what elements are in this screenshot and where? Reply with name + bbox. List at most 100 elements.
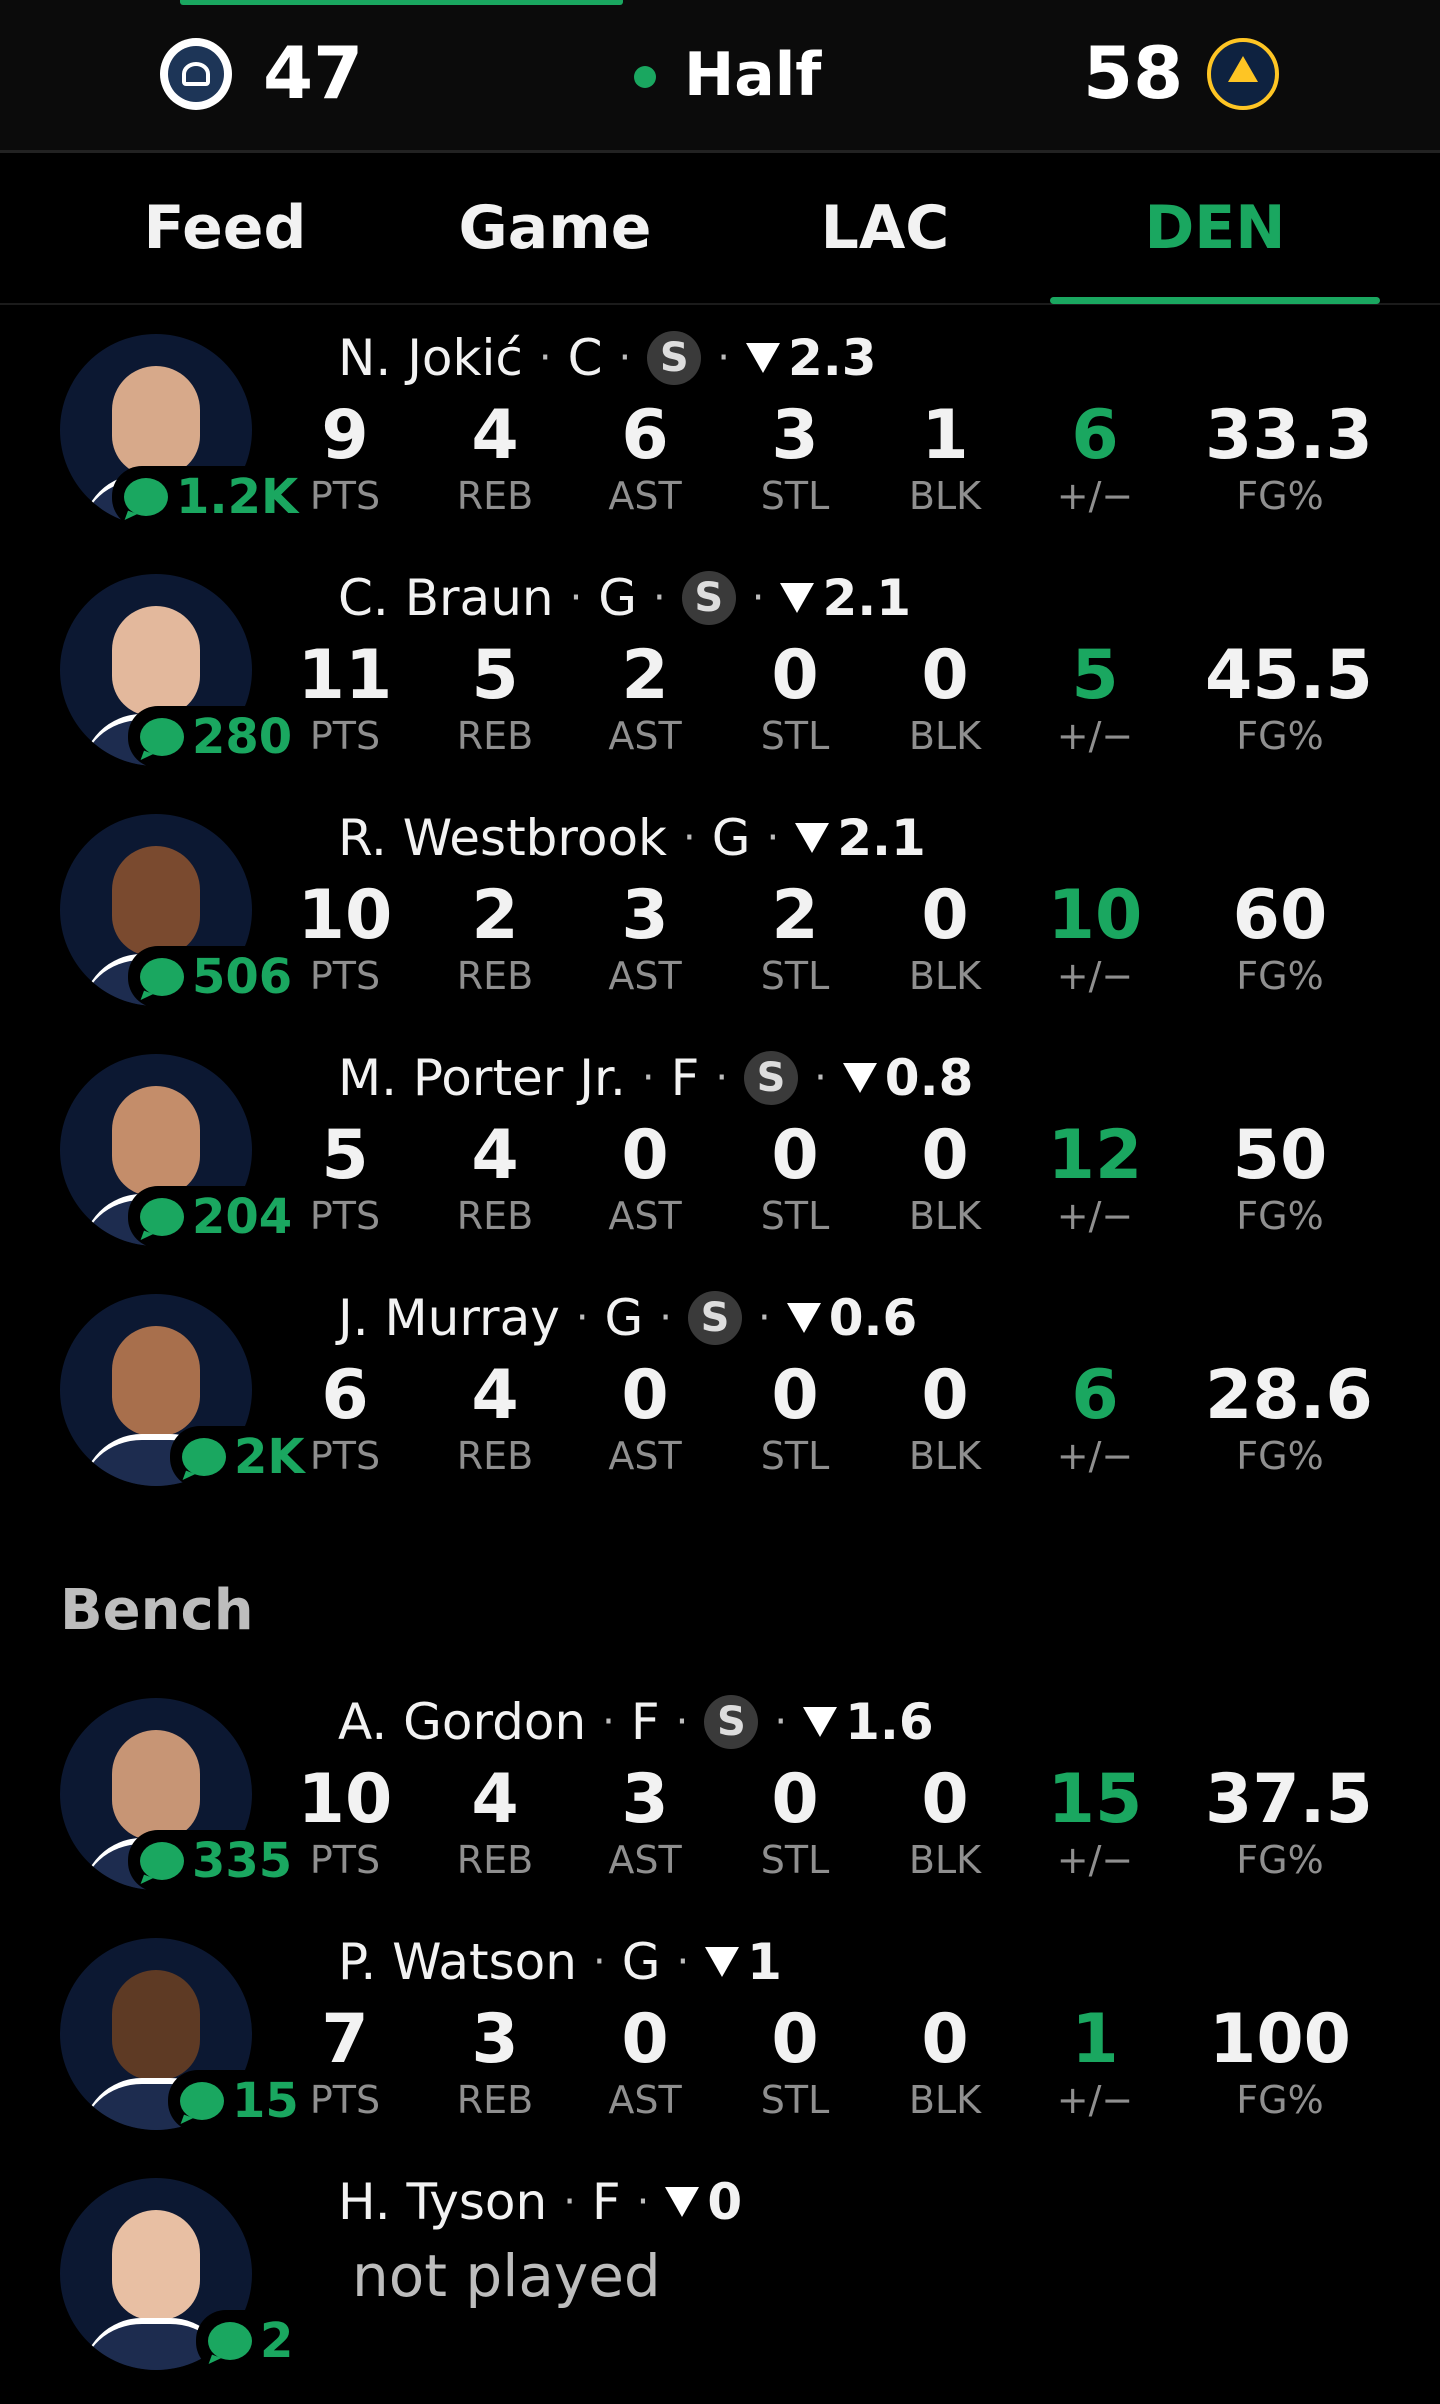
rating-icon [705, 1947, 740, 1977]
player-info: N. Jokić · C · S · 2.3 [338, 328, 877, 388]
comment-icon [208, 2322, 252, 2360]
player-row[interactable]: 1.2K N. Jokić · C · S · 2.3 9 PTS 4 REB 6 AST 3 STL 1 BLK… [0, 320, 1440, 560]
comment-badge[interactable]: 2 [196, 2310, 294, 2372]
stat-cell: 2 AST [570, 640, 720, 760]
player-name[interactable]: C. Braun [338, 569, 554, 627]
stat-value: 15 [1047, 1760, 1143, 1839]
comment-count: 2 [260, 2313, 294, 2369]
stat-value: 28.6 [1205, 1356, 1373, 1435]
rating-value: 2.1 [837, 809, 926, 867]
stat-label: FG% [1236, 474, 1324, 518]
player-rating: 2.1 [795, 809, 926, 867]
stat-value: 1 [1071, 2000, 1119, 2079]
stat-cell: 3 AST [570, 1764, 720, 1884]
stat-value: 2 [471, 876, 519, 955]
player-row[interactable]: 506 R. Westbrook · G · 2.1 10 PTS 2 REB 3 AST 2 STL 0 B… [0, 800, 1440, 1040]
stat-cell: 2 REB [420, 880, 570, 1000]
player-row[interactable]: 335 A. Gordon · F · S · 1.6 10 PTS 4 REB 3 AST 0 STL 0 BL… [0, 1684, 1440, 1924]
stat-label: AST [608, 2078, 682, 2122]
separator: · [774, 1699, 788, 1745]
separator: · [683, 815, 696, 861]
tab-lac[interactable]: LAC [720, 153, 1050, 303]
player-name[interactable]: J. Murray [338, 1289, 560, 1347]
stat-cell: 9 PTS [270, 400, 420, 520]
stat-label: +/− [1056, 474, 1134, 518]
stat-cell: 0 BLK [870, 2004, 1020, 2124]
stat-value: 0 [771, 1356, 819, 1435]
player-position: G [598, 569, 638, 627]
stat-cell: 1 BLK [870, 400, 1020, 520]
stat-line: 9 PTS 4 REB 6 AST 3 STL 1 BLK 6 +/− 33.3 FG% [0, 400, 1440, 540]
separator: · [538, 335, 552, 381]
starter-badge: S [744, 1051, 799, 1105]
separator: · [715, 1055, 729, 1101]
player-name[interactable]: H. Tyson [338, 2173, 547, 2231]
stat-value: 0 [921, 1356, 969, 1435]
stat-label: +/− [1056, 714, 1134, 758]
player-position: F [591, 2173, 621, 2231]
lac-logo-icon[interactable] [160, 38, 232, 110]
stat-cell: 15 +/− [1020, 1764, 1170, 1884]
player-name[interactable]: R. Westbrook [338, 809, 667, 867]
scoreboard: 47 Half 58 [0, 0, 1440, 153]
player-position: G [621, 1933, 661, 1991]
stat-cell: 0 STL [720, 1764, 870, 1884]
rating-icon [795, 823, 830, 853]
player-name[interactable]: P. Watson [338, 1933, 577, 1991]
separator: · [766, 815, 780, 861]
stat-label: AST [608, 1838, 682, 1882]
player-rating: 1.6 [803, 1693, 934, 1751]
stat-value: 0 [921, 1116, 969, 1195]
scroll-indicator [180, 0, 623, 5]
player-row[interactable]: 2 H. Tyson · F · 0 not played [0, 2164, 1440, 2404]
stat-value: 3 [771, 396, 819, 475]
den-logo-icon[interactable] [1207, 38, 1279, 110]
stat-cell: 0 AST [570, 1120, 720, 1240]
stat-label: BLK [908, 1434, 982, 1478]
stat-label: STL [760, 714, 830, 758]
player-info: J. Murray · G · S · 0.6 [338, 1288, 917, 1348]
separator: · [569, 575, 583, 621]
separator: · [717, 335, 730, 381]
stat-label: STL [760, 954, 830, 998]
stat-value: 0 [771, 1116, 819, 1195]
player-row[interactable]: 15 P. Watson · G · 1 7 PTS 3 REB 0 AST 0 STL 0 BLK 1 +/− 1… [0, 1924, 1440, 2164]
tab-game[interactable]: Game [390, 153, 720, 303]
stat-cell: 10 +/− [1020, 880, 1170, 1000]
stat-value: 10 [297, 1760, 393, 1839]
stat-value: 2 [621, 636, 669, 715]
stat-cell: 0 BLK [870, 1360, 1020, 1480]
live-indicator-icon [634, 66, 656, 88]
stat-value: 0 [921, 2000, 969, 2079]
stat-value: 7 [321, 2000, 369, 2079]
stat-value: 0 [621, 1356, 669, 1435]
player-row[interactable]: 2K J. Murray · G · S · 0.6 6 PTS 4 REB 0 AST 0 STL 0 BLK 6… [0, 1280, 1440, 1520]
stat-cell: 12 +/− [1020, 1120, 1170, 1240]
player-name[interactable]: N. Jokić [338, 329, 523, 387]
stat-cell: 4 REB [420, 1120, 570, 1240]
stat-cell: 0 BLK [870, 880, 1020, 1000]
player-name[interactable]: A. Gordon [338, 1693, 586, 1751]
stat-label: PTS [309, 1434, 381, 1478]
separator: · [676, 1939, 690, 1985]
stat-line: 6 PTS 4 REB 0 AST 0 STL 0 BLK 6 +/− 28.6 FG% [0, 1360, 1440, 1500]
player-row[interactable]: 204 M. Porter Jr. · F · S · 0.8 5 PTS 4 REB 0 AST 0 STL… [0, 1040, 1440, 1280]
player-info: A. Gordon · F · S · 1.6 [338, 1692, 934, 1752]
player-name[interactable]: M. Porter Jr. [338, 1049, 626, 1107]
stat-cell: 5 PTS [270, 1120, 420, 1240]
tab-feed[interactable]: Feed [60, 153, 390, 303]
rating-value: 0 [707, 2173, 743, 2231]
stat-value: 0 [621, 2000, 669, 2079]
stat-label: REB [456, 1194, 534, 1238]
stat-value: 6 [1071, 396, 1119, 475]
stat-value: 45.5 [1205, 636, 1373, 715]
stat-cell: 50 FG% [1205, 1120, 1355, 1240]
stat-cell: 0 STL [720, 2004, 870, 2124]
stat-value: 3 [621, 1760, 669, 1839]
player-row[interactable]: 280 C. Braun · G · S · 2.1 11 PTS 5 REB 2 AST 0 STL 0 BLK… [0, 560, 1440, 800]
stat-label: PTS [309, 714, 381, 758]
stat-label: STL [760, 2078, 830, 2122]
separator: · [751, 575, 765, 621]
tab-den[interactable]: DEN [1050, 153, 1380, 303]
stat-label: +/− [1056, 954, 1134, 998]
